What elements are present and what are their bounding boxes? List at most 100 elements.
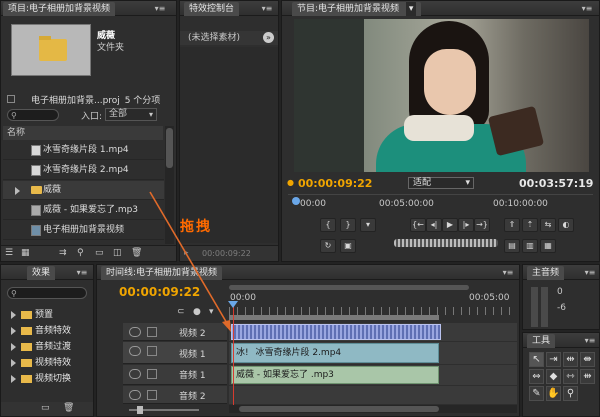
project-panel-menu-icon[interactable]: ▾≡ bbox=[151, 3, 169, 14]
effects-category-presets[interactable]: 预置 bbox=[7, 307, 53, 323]
lift-icon[interactable]: ⇑ bbox=[504, 218, 520, 232]
lock-icon[interactable] bbox=[147, 346, 157, 356]
lock-icon[interactable] bbox=[147, 369, 157, 379]
effect-controls-menu-icon[interactable]: ▾≡ bbox=[258, 3, 276, 14]
track-select-tool-icon[interactable]: ⇥ bbox=[546, 352, 561, 367]
go-to-out-icon[interactable]: →} bbox=[474, 218, 490, 232]
eye-icon[interactable] bbox=[129, 327, 141, 337]
hand-tool-icon[interactable]: ✋ bbox=[546, 386, 561, 401]
playhead-handle-icon[interactable] bbox=[228, 301, 238, 308]
loop-icon[interactable]: ↻ bbox=[320, 239, 336, 253]
project-search-input[interactable]: ⚲ bbox=[7, 109, 59, 121]
safe-margins-icon[interactable]: ▣ bbox=[340, 239, 356, 253]
tab-effects[interactable]: 效果 bbox=[27, 266, 56, 280]
zoom-tool-icon[interactable]: ⚲ bbox=[563, 386, 578, 401]
monitor-current-time[interactable]: 00:00:09:22 bbox=[298, 177, 372, 190]
track-header-video-1[interactable]: 视频 1 bbox=[123, 342, 227, 364]
razor-tool-icon[interactable]: ◆ bbox=[546, 369, 561, 384]
effects-search-input[interactable]: ⚲ bbox=[7, 287, 87, 299]
set-in-icon[interactable]: { bbox=[320, 218, 336, 232]
fit-select[interactable]: 适配 ▾ bbox=[408, 177, 474, 189]
master-audio-menu-icon[interactable]: ▾≡ bbox=[581, 267, 599, 278]
dragged-clip-preview[interactable] bbox=[231, 324, 441, 340]
timeline-h-scrollbar[interactable] bbox=[229, 405, 517, 413]
tab-program[interactable]: 节目:电子相册加背景视频 ▾ bbox=[292, 2, 422, 16]
list-view-icon[interactable]: ☰ bbox=[5, 248, 13, 258]
new-bin-icon[interactable]: ▭ bbox=[95, 248, 104, 258]
timeline-current-time[interactable]: 00:00:09:22 bbox=[119, 285, 200, 299]
play-icon[interactable]: ▶ bbox=[442, 218, 458, 232]
effects-category-video-transitions[interactable]: 视频切换 bbox=[7, 371, 71, 387]
timeline-zoom-slider[interactable] bbox=[123, 406, 203, 414]
clip-video[interactable]: 冰! 冰雪奇缘片段 2.mp4 bbox=[231, 343, 439, 363]
go-to-in-icon[interactable]: {← bbox=[410, 218, 426, 232]
program-video-frame[interactable] bbox=[294, 19, 589, 172]
slip-tool-icon[interactable]: ⇿ bbox=[563, 369, 578, 384]
ripple-edit-tool-icon[interactable]: ⇹ bbox=[563, 352, 578, 367]
track-header-audio-1[interactable]: 音频 1 bbox=[123, 365, 227, 385]
effects-category-audio-effects[interactable]: 音频特效 bbox=[7, 323, 71, 339]
slide-tool-icon[interactable]: ⇻ bbox=[580, 369, 595, 384]
eye-icon[interactable] bbox=[129, 346, 141, 356]
export-frame-icon[interactable]: ▥ bbox=[522, 239, 538, 253]
rate-stretch-tool-icon[interactable]: ⇔ bbox=[529, 369, 544, 384]
track-header-audio-2[interactable]: 音频 2 bbox=[123, 386, 227, 404]
marker-icon[interactable]: ▾ bbox=[360, 218, 376, 232]
delete-icon[interactable]: 🗑 bbox=[63, 403, 74, 413]
icon-view-icon[interactable]: ▦ bbox=[21, 248, 30, 258]
list-header[interactable]: 名称 bbox=[3, 126, 163, 140]
speaker-icon[interactable] bbox=[129, 390, 141, 400]
list-item[interactable]: 冰雪奇缘片段 1.mp4 bbox=[3, 141, 164, 160]
expand-triangle-icon[interactable] bbox=[11, 311, 16, 319]
new-bin-icon[interactable]: ▭ bbox=[41, 403, 50, 413]
speaker-icon[interactable] bbox=[129, 369, 141, 379]
pen-tool-icon[interactable]: ✎ bbox=[529, 386, 544, 401]
list-item[interactable]: 威薇 bbox=[3, 181, 164, 200]
tab-project[interactable]: 项目:电子相册加背景视频 bbox=[3, 2, 116, 16]
timeline-ruler[interactable]: 00:00 00:05:00 bbox=[227, 283, 517, 321]
rolling-edit-tool-icon[interactable]: ⇼ bbox=[580, 352, 595, 367]
effects-category-audio-transitions[interactable]: 音频过渡 bbox=[7, 339, 71, 355]
work-area-bar[interactable] bbox=[229, 315, 439, 320]
trim-icon[interactable]: ⇆ bbox=[540, 218, 556, 232]
zoom-thumb[interactable] bbox=[137, 406, 143, 414]
tools-menu-icon[interactable]: ▾≡ bbox=[581, 335, 599, 346]
chevron-down-icon[interactable]: ▾ bbox=[405, 2, 417, 16]
set-out-icon[interactable]: } bbox=[340, 218, 356, 232]
track-area-audio-2[interactable] bbox=[229, 386, 517, 404]
scrollbar-thumb[interactable] bbox=[166, 128, 173, 168]
timeline-playhead[interactable] bbox=[233, 301, 234, 405]
expand-triangle-icon[interactable] bbox=[11, 359, 16, 367]
effects-menu-icon[interactable]: ▾≡ bbox=[73, 267, 91, 278]
list-item[interactable]: 电子相册加背景视频 bbox=[3, 221, 164, 240]
expand-triangle-icon[interactable] bbox=[11, 327, 16, 335]
lock-icon[interactable] bbox=[147, 390, 157, 400]
clip-audio[interactable]: 威薇 - 如果爱忘了 .mp3 bbox=[231, 366, 439, 384]
tab-effect-controls[interactable]: 特效控制台 bbox=[184, 2, 240, 16]
effects-category-video-effects[interactable]: 视频特效 bbox=[7, 355, 71, 371]
monitor-ruler[interactable]: 00:00 00:05:00:00 00:10:00:00 bbox=[288, 194, 593, 212]
list-item[interactable]: 冰雪奇缘片段 2.mp4 bbox=[3, 161, 164, 180]
find-icon[interactable]: ⚲ bbox=[77, 248, 84, 258]
new-item-icon[interactable]: ◫ bbox=[113, 248, 122, 258]
output-icon[interactable]: ▤ bbox=[504, 239, 520, 253]
zoom-bar[interactable] bbox=[229, 285, 469, 290]
expand-triangle-icon[interactable] bbox=[15, 187, 20, 195]
tab-tools[interactable]: 工具 bbox=[527, 334, 556, 348]
lock-icon[interactable] bbox=[147, 327, 157, 337]
step-forward-icon[interactable]: |▸ bbox=[458, 218, 474, 232]
expand-triangle-icon[interactable] bbox=[11, 375, 16, 383]
ruler-playhead[interactable] bbox=[292, 197, 300, 205]
tab-master-audio[interactable]: 主音频 bbox=[527, 266, 565, 280]
monitor-menu-icon[interactable]: ▾≡ bbox=[578, 3, 596, 14]
snap-icon[interactable]: ⊂ bbox=[177, 307, 185, 317]
delete-icon[interactable]: 🗑 bbox=[131, 248, 142, 258]
multicam-icon[interactable]: ▦ bbox=[540, 239, 556, 253]
color-wheel-icon[interactable]: ◐ bbox=[558, 218, 574, 232]
scrollbar-thumb[interactable] bbox=[239, 406, 439, 412]
expand-triangle-icon[interactable] bbox=[11, 343, 16, 351]
entry-select[interactable]: 全部 ▾ bbox=[105, 108, 157, 121]
keyframe-icon[interactable]: ▾ bbox=[209, 307, 214, 317]
list-item[interactable]: 威薇 - 如果爱忘了.mp3 bbox=[3, 201, 164, 220]
extract-icon[interactable]: ⇡ bbox=[522, 218, 538, 232]
